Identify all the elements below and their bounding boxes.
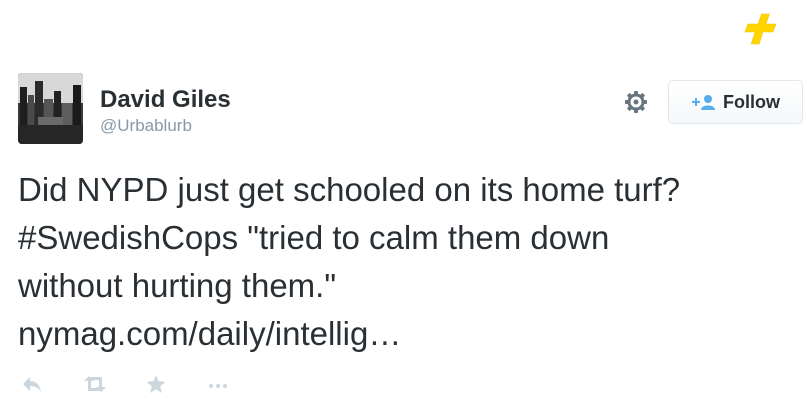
tweet-actions bbox=[20, 372, 268, 396]
more-icon[interactable] bbox=[206, 373, 230, 395]
author-handle[interactable]: @Urbablurb bbox=[100, 116, 231, 136]
tweet-text: Did NYPD just get schooled on its home t… bbox=[18, 166, 807, 358]
hashtag-link[interactable]: #SwedishCops bbox=[18, 219, 238, 256]
follow-label: Follow bbox=[723, 91, 780, 112]
follow-button[interactable]: Follow bbox=[668, 80, 803, 124]
tweet-card: David Giles @Urbablurb Follow Did NYPD j… bbox=[0, 0, 807, 413]
tweet-text-line-2: #SwedishCops "tried to calm them down bbox=[18, 214, 807, 262]
tweet-text-line-3: without hurting them." bbox=[18, 267, 337, 304]
favorite-icon[interactable] bbox=[144, 373, 168, 395]
add-user-icon bbox=[691, 93, 717, 111]
gear-icon[interactable] bbox=[622, 88, 650, 116]
tweet-text-line-1: Did NYPD just get schooled on its home t… bbox=[18, 171, 681, 208]
tweet-text-line-4: nymag.com/daily/intellig… bbox=[18, 310, 807, 358]
tweet-text-line-2-rest: "tried to calm them down bbox=[238, 219, 610, 256]
author-block[interactable]: David Giles @Urbablurb bbox=[100, 86, 231, 136]
retweet-icon[interactable] bbox=[82, 373, 106, 395]
avatar[interactable] bbox=[18, 73, 83, 144]
plus-logo-watermark bbox=[740, 10, 780, 50]
article-link[interactable]: nymag.com/daily/intellig… bbox=[18, 315, 401, 352]
reply-icon[interactable] bbox=[20, 373, 44, 395]
author-name[interactable]: David Giles bbox=[100, 86, 231, 114]
